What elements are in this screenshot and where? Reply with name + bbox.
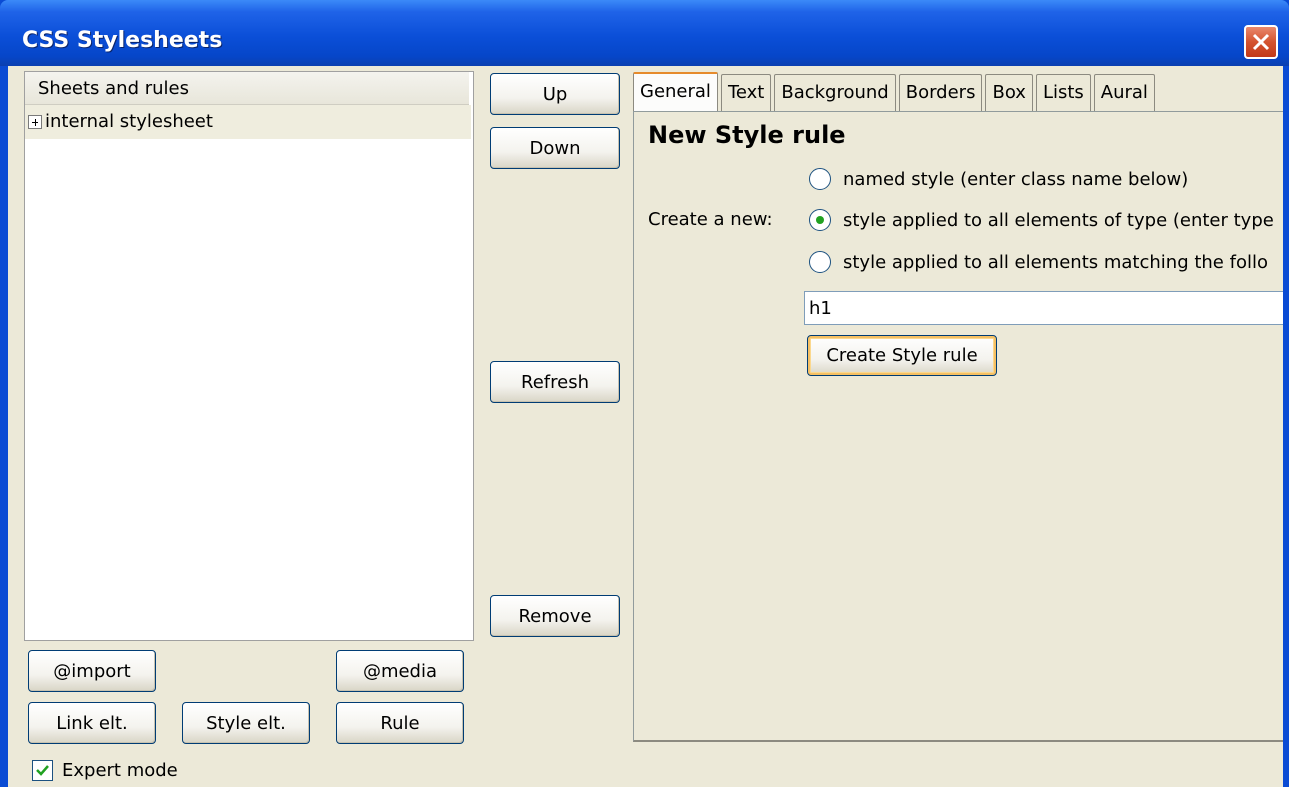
sheets-tree[interactable]: Sheets and rules internal stylesheet [24,71,474,641]
up-button[interactable]: Up [490,73,620,115]
dialog-client-area: Sheets and rules internal stylesheet @im… [8,66,1283,787]
expert-mode-label: Expert mode [62,760,178,781]
title-bar[interactable]: CSS Stylesheets [0,0,1289,66]
tab-lists[interactable]: Lists [1035,74,1091,112]
checkmark-icon [36,765,49,776]
radio-selector-style[interactable]: style applied to all elements matching t… [809,251,1268,273]
tab-aural[interactable]: Aural [1093,74,1155,112]
expert-mode-row[interactable]: Expert mode [32,760,178,781]
tab-background[interactable]: Background [774,74,896,112]
rule-button[interactable]: Rule [336,702,464,744]
tab-borders[interactable]: Borders [898,74,983,112]
remove-button[interactable]: Remove [490,595,620,637]
create-new-label: Create a new: [648,209,773,230]
create-style-rule-button[interactable]: Create Style rule [807,335,997,376]
radio-label: style applied to all elements matching t… [843,251,1268,273]
radio-named-style[interactable]: named style (enter class name below) [809,168,1188,190]
link-element-button[interactable]: Link elt. [28,702,156,744]
expand-plus-icon[interactable] [28,115,42,129]
refresh-button[interactable]: Refresh [490,361,620,403]
tree-item-label: internal stylesheet [45,111,213,132]
window-title: CSS Stylesheets [22,28,223,53]
dialog-window: CSS Stylesheets Sheets and rules interna… [0,0,1289,787]
import-button[interactable]: @import [28,650,156,692]
general-tab-panel: New Style rule Create a new: named style… [633,111,1283,742]
tab-strip: General Text Background Borders Box List… [633,72,1158,112]
media-button[interactable]: @media [336,650,464,692]
tab-box[interactable]: Box [985,74,1033,112]
tab-general[interactable]: General [633,72,718,112]
expert-mode-checkbox[interactable] [32,760,53,781]
style-element-button[interactable]: Style elt. [182,702,310,744]
radio-button[interactable] [809,251,831,273]
panel-heading: New Style rule [648,121,846,149]
radio-type-style[interactable]: style applied to all elements of type (e… [809,209,1274,231]
radio-label: style applied to all elements of type (e… [843,209,1274,231]
radio-button[interactable] [809,168,831,190]
close-button[interactable] [1244,25,1278,59]
radio-label: named style (enter class name below) [843,168,1189,190]
down-button[interactable]: Down [490,127,620,169]
radio-button-selected[interactable] [809,209,831,231]
tree-column-header[interactable]: Sheets and rules [25,72,469,105]
tree-item-internal-stylesheet[interactable]: internal stylesheet [25,105,471,139]
close-icon [1252,33,1270,51]
tab-text[interactable]: Text [720,74,772,112]
selector-input[interactable] [804,291,1283,325]
